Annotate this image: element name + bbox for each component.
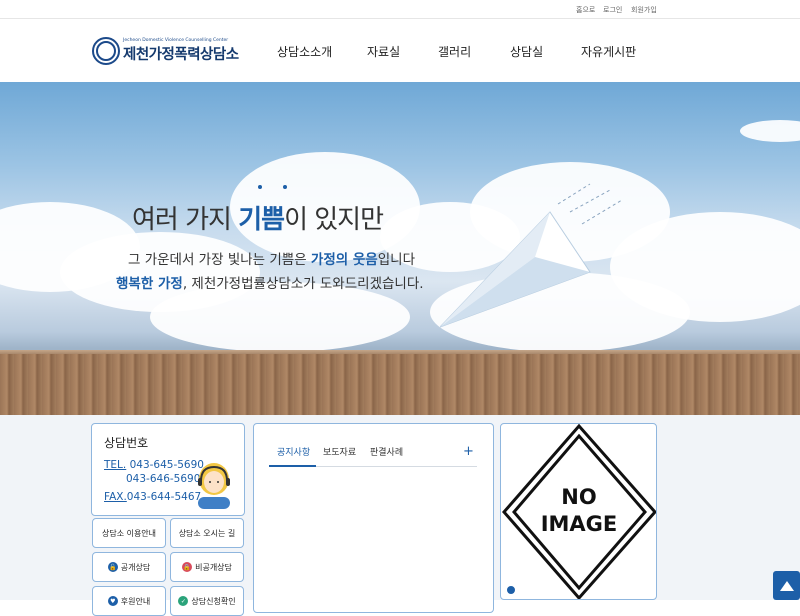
directions-button[interactable]: 상담소 오시는 길	[170, 518, 244, 548]
nav-item-about[interactable]: 상담소소개	[277, 43, 332, 60]
contact-box: 상담번호 TEL. 043-645-5690 043-646-5690 FAX.…	[91, 423, 245, 516]
tab-active-indicator	[269, 465, 316, 467]
hero-banner: 여러 가지 기쁨이 있지만 그 가운데서 가장 빛나는 기쁨은 가정의 웃음입니…	[0, 82, 800, 415]
logo-emblem-icon	[92, 37, 120, 65]
public-counsel-button[interactable]: 🔓 공개상담	[92, 552, 166, 582]
arrow-up-icon	[779, 580, 794, 591]
hero-title: 여러 가지 기쁨이 있지만	[132, 205, 384, 235]
slide-indicator-dot[interactable]	[507, 586, 515, 594]
no-image-line2: IMAGE	[541, 512, 618, 536]
gallery-box: NO IMAGE	[500, 423, 657, 600]
hero-subtitle-line2: 행복한 가정, 제천가정법률상담소가 도와드리겠습니다.	[116, 276, 424, 292]
login-link[interactable]: 로그인	[603, 5, 622, 15]
heart-icon: ♥	[107, 596, 118, 606]
contact-title: 상담번호	[104, 436, 149, 450]
nav-item-counseling[interactable]: 상담실	[510, 43, 543, 60]
sponsor-button[interactable]: ♥ 후원안내	[92, 586, 166, 616]
top-utility-bar: 홈으로 로그인 회원가입	[0, 0, 800, 19]
cloud-shape	[150, 282, 410, 352]
more-button[interactable]: +	[463, 444, 474, 459]
tab-notice[interactable]: 공지사항	[277, 445, 310, 458]
nav-item-free-board[interactable]: 자유게시판	[581, 43, 636, 60]
apply-check-button[interactable]: ✓ 상담신청확인	[170, 586, 244, 616]
lock-open-icon: 🔓	[107, 562, 118, 572]
cloud-shape	[740, 120, 800, 142]
fax-line: FAX.043-644-5467	[104, 491, 202, 503]
private-counsel-button[interactable]: 🔒 비공개상담	[170, 552, 244, 582]
nav-item-archive[interactable]: 자료실	[367, 43, 400, 60]
tab-press[interactable]: 보도자료	[323, 445, 356, 458]
paper-plane-icon	[440, 183, 623, 328]
logo-korean-name: 제천가정폭력상담소	[123, 47, 239, 63]
wooden-deck	[0, 354, 800, 415]
tel-line-2[interactable]: 043-646-5690	[126, 473, 200, 485]
scroll-top-button[interactable]	[773, 571, 800, 600]
nav-item-gallery[interactable]: 갤러리	[438, 43, 471, 60]
tab-cases[interactable]: 판결사례	[370, 445, 403, 458]
site-header: Jecheon Domestic Violence Counselling Ce…	[0, 19, 800, 82]
logo-text: Jecheon Domestic Violence Counselling Ce…	[123, 38, 239, 64]
counselor-avatar-icon	[198, 463, 230, 509]
emphasis-dot	[283, 185, 287, 189]
hero-subtitle-line1: 그 가운데서 가장 빛나는 기쁨은 가정의 웃음입니다	[128, 252, 415, 268]
no-image-placeholder: NO IMAGE	[502, 424, 656, 599]
emphasis-dot	[258, 185, 262, 189]
lock-icon: 🔒	[182, 562, 193, 572]
check-icon: ✓	[178, 596, 189, 606]
signup-link[interactable]: 회원가입	[631, 5, 657, 15]
guide-button[interactable]: 상담소 이용안내	[92, 518, 166, 548]
no-image-line1: NO	[561, 485, 596, 509]
home-link[interactable]: 홈으로	[576, 5, 595, 15]
site-logo[interactable]: Jecheon Domestic Violence Counselling Ce…	[92, 34, 239, 68]
tel-line-1[interactable]: TEL. 043-645-5690	[104, 459, 204, 471]
